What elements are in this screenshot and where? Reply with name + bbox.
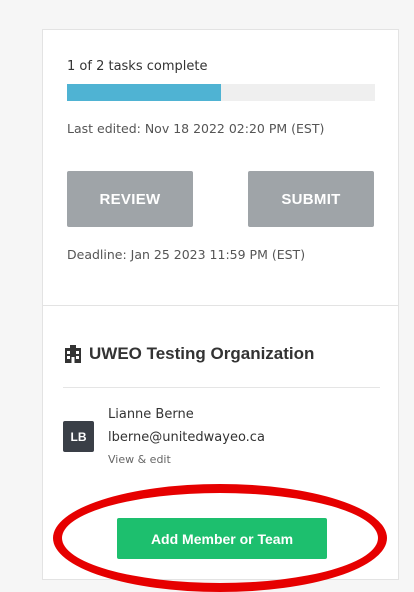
section-divider bbox=[43, 305, 398, 306]
progress-label: 1 of 2 tasks complete bbox=[67, 59, 208, 74]
progress-bar bbox=[67, 84, 375, 101]
member-avatar: LB bbox=[63, 421, 94, 452]
organization-header: UWEO Testing Organization bbox=[63, 344, 314, 364]
deadline-text: Deadline: Jan 25 2023 11:59 PM (EST) bbox=[67, 247, 306, 262]
organization-name: UWEO Testing Organization bbox=[89, 344, 315, 363]
member-email: lberne@unitedwayeo.ca bbox=[108, 430, 265, 445]
add-member-or-team-button[interactable]: Add Member or Team bbox=[117, 518, 327, 559]
submit-button[interactable]: SUBMIT bbox=[248, 171, 374, 227]
organization-divider bbox=[63, 387, 380, 388]
review-button[interactable]: REVIEW bbox=[67, 171, 193, 227]
building-icon bbox=[65, 345, 81, 363]
task-card: 1 of 2 tasks complete Last edited: Nov 1… bbox=[42, 29, 399, 580]
last-edited-text: Last edited: Nov 18 2022 02:20 PM (EST) bbox=[67, 121, 325, 136]
view-edit-link[interactable]: View & edit bbox=[108, 453, 171, 466]
member-name: Lianne Berne bbox=[108, 407, 194, 422]
progress-bar-fill bbox=[67, 84, 221, 101]
